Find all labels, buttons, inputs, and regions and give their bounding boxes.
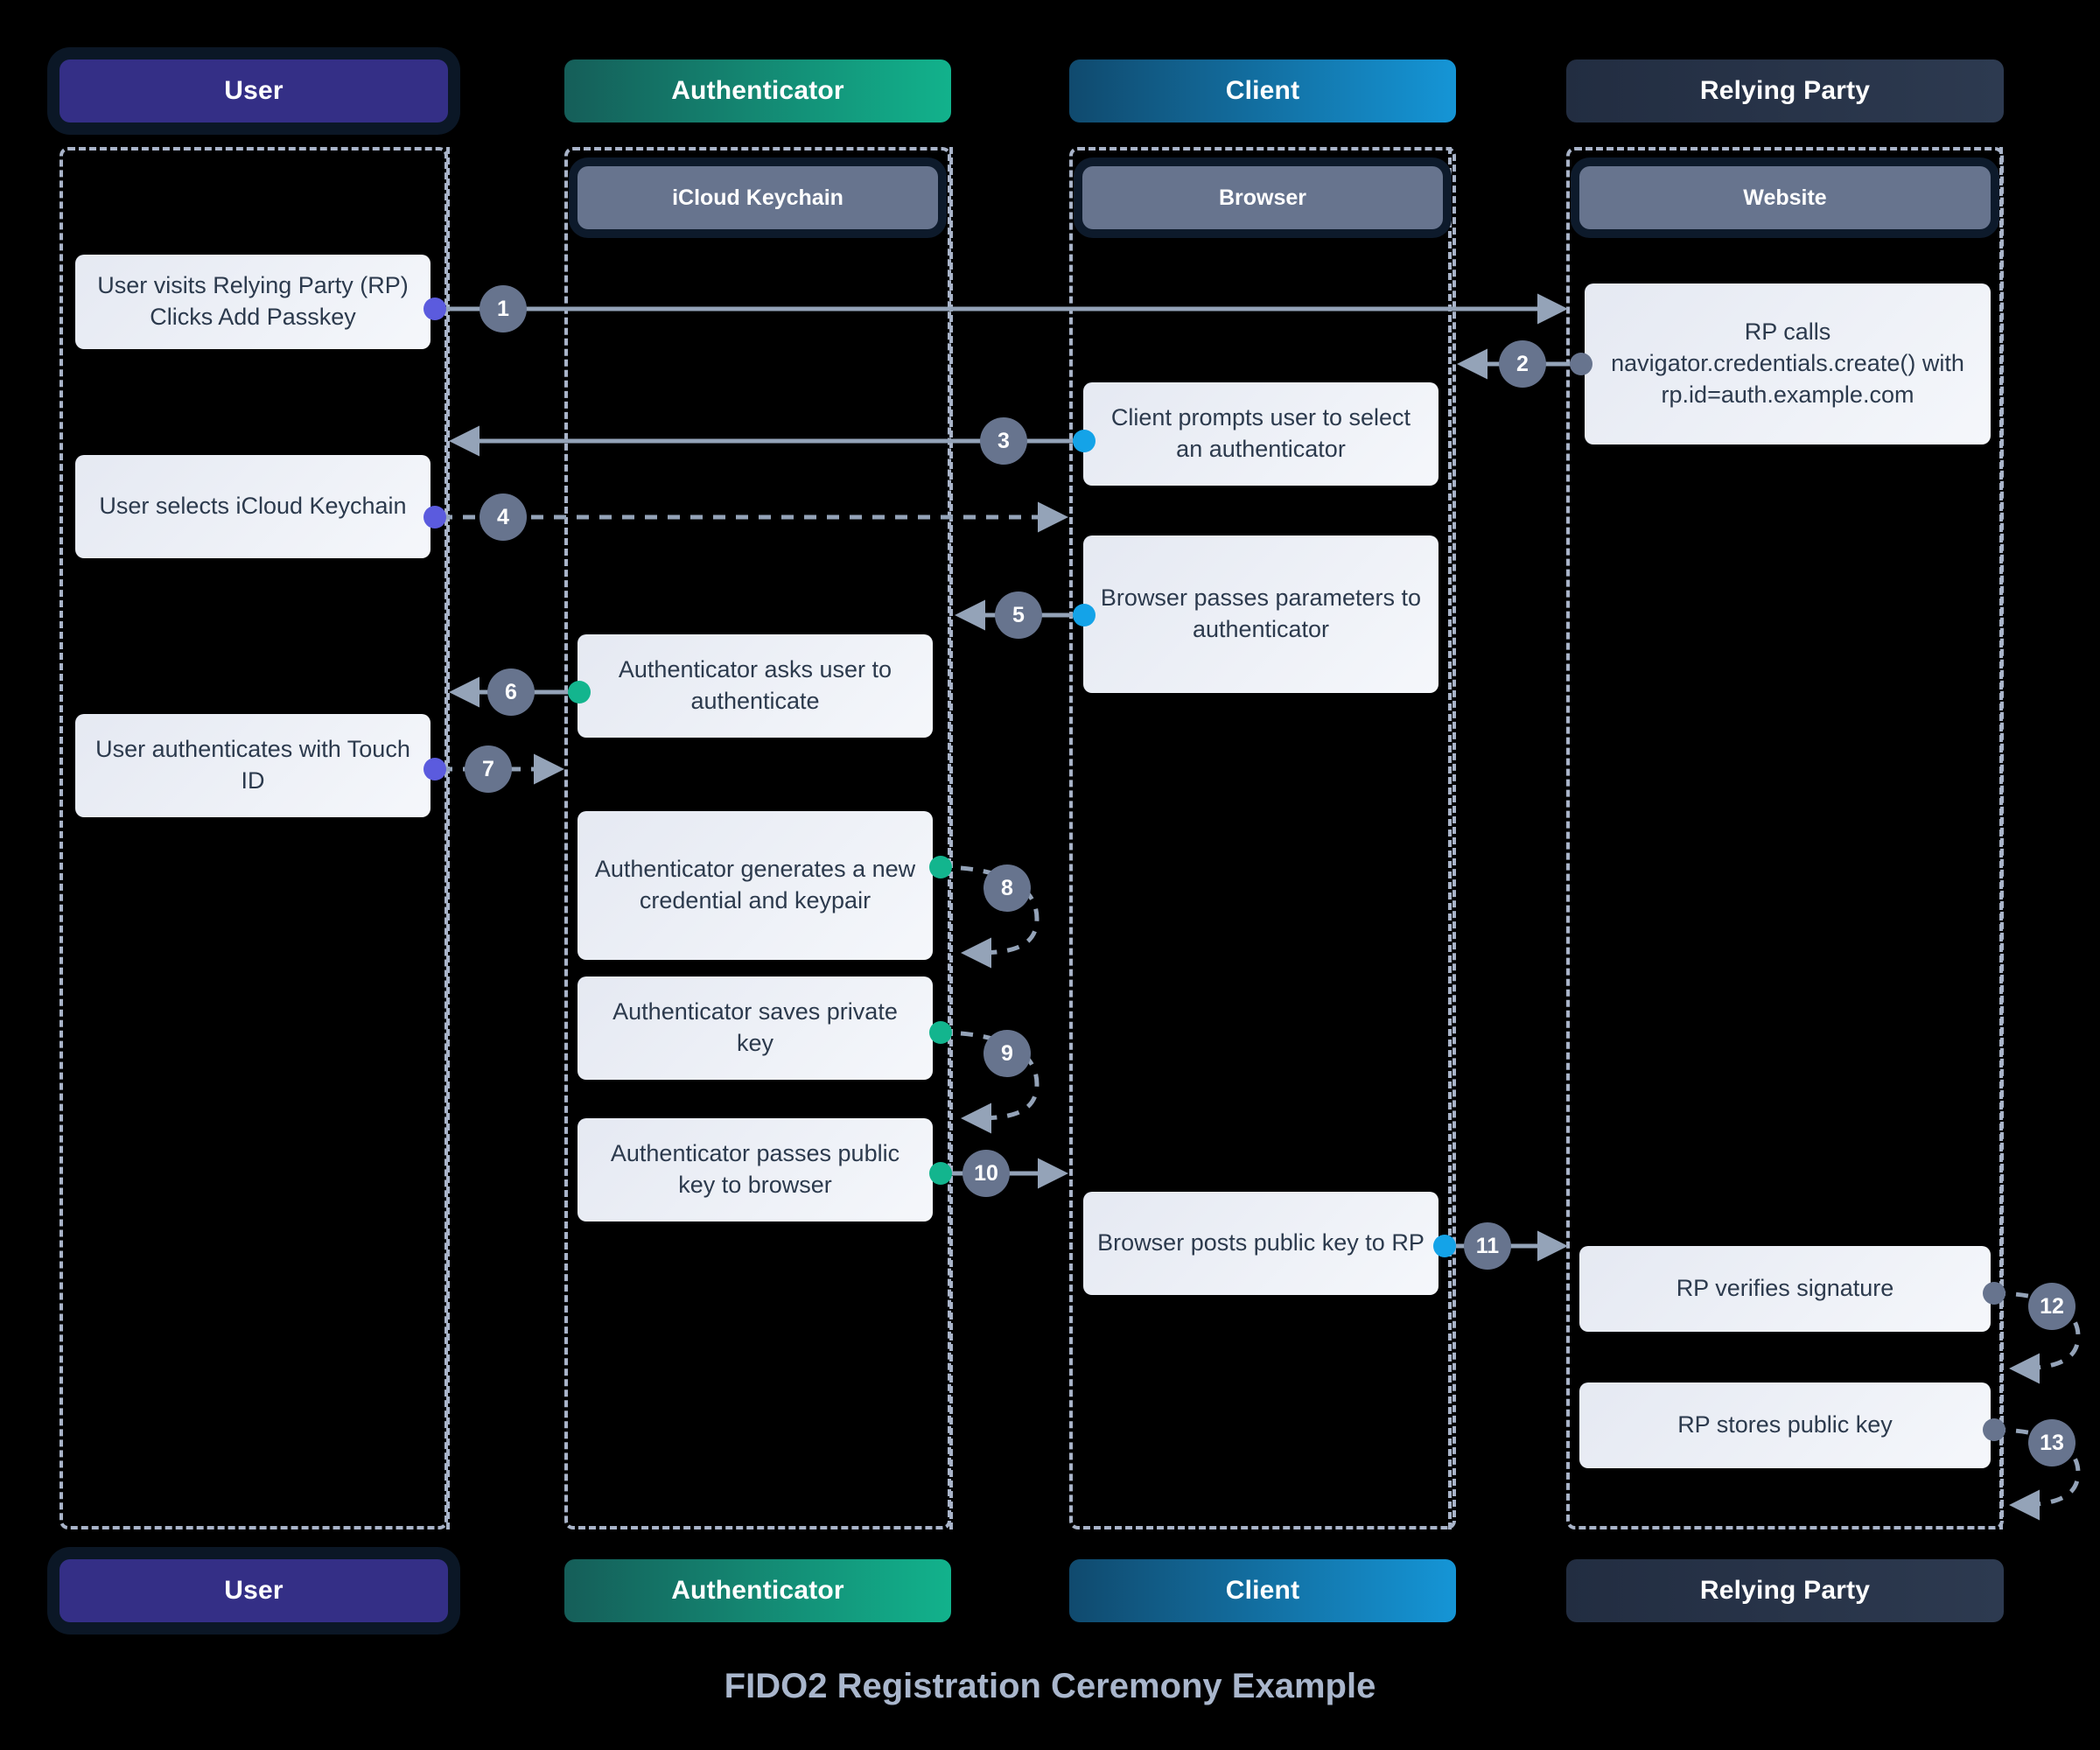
- note-text: Authenticator asks user to authenticate: [618, 656, 892, 714]
- endpoint-dot-authenticator-step-8: [929, 856, 952, 878]
- note-rp-calls-create: RP calls navigator.credentials.create() …: [1585, 284, 1991, 444]
- note-text: RP stores public key: [1677, 1411, 1893, 1438]
- note-user-authenticates-touch-id: User authenticates with Touch ID: [75, 714, 430, 817]
- endpoint-dot-authenticator-step-10: [929, 1162, 952, 1185]
- note-authenticator-passes-key: Authenticator passes public key to brows…: [578, 1118, 933, 1222]
- sequence-diagram-canvas: User Authenticator Client Relying Party …: [0, 0, 2100, 1750]
- step-number: 11: [1475, 1233, 1500, 1258]
- actor-header-client[interactable]: Client: [1069, 60, 1456, 122]
- lifeline-client: [1448, 147, 1452, 1530]
- note-user-visits-rp: User visits Relying Party (RP) Clicks Ad…: [75, 255, 430, 349]
- note-rp-verifies-signature: RP verifies signature: [1579, 1246, 1991, 1332]
- note-text: User authenticates with Touch ID: [95, 736, 410, 794]
- lifeline-authenticator: [949, 147, 953, 1530]
- step-badge-13[interactable]: 13: [2028, 1419, 2076, 1466]
- note-authenticator-saves-key: Authenticator saves private key: [578, 976, 933, 1080]
- note-text: User visits Relying Party (RP) Clicks Ad…: [97, 272, 409, 330]
- actor-footer-relyingparty-label: Relying Party: [1699, 1576, 1871, 1605]
- actor-footer-authenticator[interactable]: Authenticator: [564, 1559, 951, 1622]
- note-text: Authenticator generates a new credential…: [594, 856, 916, 914]
- note-user-selects-keychain: User selects iCloud Keychain: [75, 455, 430, 558]
- step-badge-5[interactable]: 5: [995, 592, 1042, 639]
- note-rp-stores-public-key: RP stores public key: [1579, 1382, 1991, 1468]
- endpoint-dot-user-step-4: [424, 506, 446, 528]
- endpoint-dot-authenticator-step-6: [568, 681, 591, 704]
- note-text: Authenticator passes public key to brows…: [610, 1140, 900, 1198]
- step-badge-11[interactable]: 11: [1464, 1222, 1511, 1270]
- step-number: 8: [1001, 875, 1013, 900]
- diagram-title: FIDO2 Registration Ceremony Example: [724, 1667, 1376, 1705]
- actor-footer-relyingparty[interactable]: Relying Party: [1566, 1559, 2004, 1622]
- system-box-website[interactable]: Website: [1579, 166, 1991, 229]
- endpoint-dot-relyingparty-step-2: [1570, 353, 1592, 375]
- actor-header-relyingparty[interactable]: Relying Party: [1566, 60, 2004, 122]
- system-box-browser-label: Browser: [1218, 185, 1307, 210]
- actor-footer-client[interactable]: Client: [1069, 1559, 1456, 1622]
- step-badge-2[interactable]: 2: [1499, 340, 1546, 388]
- step-badge-1[interactable]: 1: [480, 285, 527, 332]
- system-box-website-label: Website: [1743, 185, 1827, 210]
- lane-container-client: [1069, 147, 1456, 1530]
- step-number: 2: [1516, 351, 1529, 376]
- endpoint-dot-client-step-11: [1433, 1235, 1456, 1257]
- system-box-icloud-keychain[interactable]: iCloud Keychain: [578, 166, 938, 229]
- actor-footer-authenticator-label: Authenticator: [671, 1576, 844, 1605]
- step-number: 6: [505, 679, 517, 704]
- step-number: 7: [482, 756, 494, 781]
- step-badge-10[interactable]: 10: [962, 1150, 1010, 1197]
- actor-header-authenticator-label: Authenticator: [671, 76, 844, 105]
- note-text: RP verifies signature: [1676, 1275, 1894, 1302]
- lifeline-relyingparty: [1999, 147, 2003, 1530]
- system-box-icloud-keychain-label: iCloud Keychain: [672, 185, 844, 210]
- step-number: 10: [974, 1160, 998, 1186]
- endpoint-dot-user-step-1: [424, 298, 446, 320]
- note-text: Client prompts user to select an authent…: [1110, 404, 1411, 462]
- endpoint-dot-user-step-7: [424, 758, 446, 780]
- actor-header-authenticator[interactable]: Authenticator: [564, 60, 951, 122]
- lifeline-user: [446, 147, 450, 1530]
- actor-footer-user[interactable]: User: [60, 1559, 448, 1622]
- note-authenticator-generates: Authenticator generates a new credential…: [578, 811, 933, 960]
- step-badge-6[interactable]: 6: [487, 668, 535, 716]
- actor-header-user[interactable]: User: [60, 60, 448, 122]
- endpoint-dot-client-step-5: [1073, 604, 1096, 626]
- system-box-browser[interactable]: Browser: [1082, 166, 1443, 229]
- lane-container-user: [60, 147, 448, 1530]
- actor-header-relyingparty-label: Relying Party: [1699, 76, 1871, 105]
- note-client-prompts-user: Client prompts user to select an authent…: [1083, 382, 1438, 486]
- endpoint-dot-relyingparty-step-13: [1983, 1418, 2006, 1441]
- note-text: Browser posts public key to RP: [1097, 1229, 1424, 1256]
- note-text: Authenticator saves private key: [612, 998, 898, 1056]
- endpoint-dot-relyingparty-step-12: [1983, 1282, 2006, 1305]
- step-badge-9[interactable]: 9: [984, 1030, 1031, 1077]
- note-browser-posts-public-key: Browser posts public key to RP: [1083, 1192, 1438, 1295]
- actor-footer-client-label: Client: [1225, 1576, 1300, 1605]
- step-badge-7[interactable]: 7: [465, 746, 512, 793]
- step-number: 5: [1012, 602, 1025, 627]
- step-badge-12[interactable]: 12: [2028, 1283, 2076, 1330]
- note-text: RP calls navigator.credentials.create() …: [1611, 318, 1964, 408]
- step-number: 1: [497, 296, 509, 321]
- actor-footer-user-label: User: [224, 1576, 284, 1605]
- step-number: 3: [998, 428, 1010, 453]
- note-text: Browser passes parameters to authenticat…: [1100, 584, 1422, 642]
- note-text: User selects iCloud Keychain: [99, 493, 407, 520]
- actor-header-client-label: Client: [1225, 76, 1300, 105]
- step-number: 12: [2040, 1293, 2064, 1319]
- endpoint-dot-client-step-3: [1073, 430, 1096, 452]
- step-badge-4[interactable]: 4: [480, 494, 527, 541]
- step-badge-3[interactable]: 3: [980, 417, 1027, 465]
- actor-header-user-label: User: [224, 76, 284, 105]
- step-badge-8[interactable]: 8: [984, 864, 1031, 912]
- step-number: 4: [497, 504, 509, 529]
- step-number: 13: [2040, 1430, 2064, 1455]
- step-number: 9: [1001, 1040, 1013, 1066]
- note-authenticator-asks-user: Authenticator asks user to authenticate: [578, 634, 933, 738]
- note-browser-passes-parameters: Browser passes parameters to authenticat…: [1083, 536, 1438, 693]
- endpoint-dot-authenticator-step-9: [929, 1021, 952, 1044]
